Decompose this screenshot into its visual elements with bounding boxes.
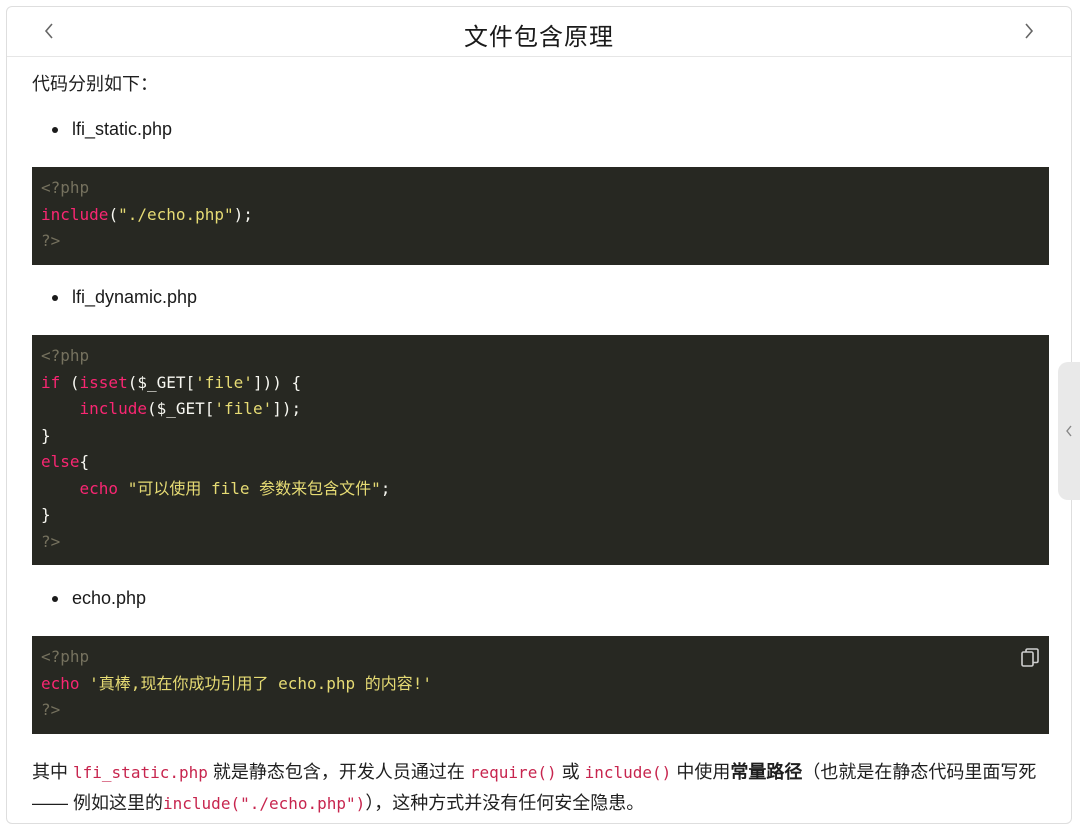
code-php-close: ?> xyxy=(41,700,61,719)
code-punct: ); xyxy=(233,204,253,224)
code-keyword: isset xyxy=(79,372,128,392)
inline-code: include() xyxy=(584,763,672,782)
inline-code: require() xyxy=(469,763,557,782)
summary-text: ），这种方式并没有任何安全隐患。 xyxy=(365,793,645,813)
page-title: 文件包含原理 xyxy=(464,24,614,51)
code-php-open: <?php xyxy=(41,178,90,197)
code-block-lfi-dynamic: <?php if (isset($_GET['file'])) { includ… xyxy=(32,335,1049,565)
intro-text: 代码分别如下： xyxy=(32,74,158,94)
chevron-left-icon xyxy=(1066,425,1072,437)
code-keyword: if xyxy=(41,372,61,392)
header-bar: 文件包含原理 xyxy=(7,7,1071,57)
code-punct: ($_GET[ xyxy=(146,399,215,418)
file-name: echo.php xyxy=(72,588,147,608)
summary-text: 中使用 xyxy=(671,762,731,782)
summary-text: 就是静态包含，开发人员通过在 xyxy=(207,762,470,782)
code-block-echo: <?php echo '真棒,现在你成功引用了 echo.php 的内容!' ?… xyxy=(32,636,1049,734)
summary-paragraph: 其中 lfi_static.php 就是静态包含，开发人员通过在 require… xyxy=(32,757,1049,819)
code-string: 'file' xyxy=(195,372,253,392)
code-punct: ]); xyxy=(272,399,302,418)
code-php-open: <?php xyxy=(41,647,90,666)
code-string: "./echo.php" xyxy=(118,204,234,224)
emphasis-text: 常量路径 xyxy=(730,762,803,782)
inline-code: include("./echo.php") xyxy=(163,794,366,813)
code-keyword: include xyxy=(41,204,109,224)
code-keyword: include xyxy=(79,399,147,418)
list-item-lfi-static: lfi_static.php xyxy=(52,119,172,140)
side-panel-toggle[interactable] xyxy=(1058,362,1080,500)
code-keyword: else xyxy=(41,452,80,471)
code-string: 'file' xyxy=(214,399,273,418)
bullet-dot xyxy=(52,126,58,133)
code-punct: ( xyxy=(60,372,80,392)
code-keyword: echo xyxy=(41,673,80,693)
code-punct: ( xyxy=(108,204,119,224)
file-name: lfi_dynamic.php xyxy=(72,287,198,307)
file-name: lfi_static.php xyxy=(72,119,173,139)
code-php-open: <?php xyxy=(41,346,90,365)
list-item-lfi-dynamic: lfi_dynamic.php xyxy=(52,287,197,308)
copy-icon[interactable] xyxy=(1021,648,1039,668)
inline-code: lfi_static.php xyxy=(73,763,208,782)
code-php-close: ?> xyxy=(41,231,61,250)
next-button[interactable] xyxy=(1017,19,1041,43)
code-punct: ($_GET[ xyxy=(127,372,196,392)
code-punct: } xyxy=(41,425,51,445)
code-keyword: echo xyxy=(79,478,119,498)
summary-text: 其中 xyxy=(32,762,74,782)
bullet-dot xyxy=(52,294,58,301)
code-block-lfi-static: <?php include("./echo.php"); ?> xyxy=(32,167,1049,265)
summary-text: 或 xyxy=(556,762,585,782)
code-string: "可以使用 file 参数来包含文件" xyxy=(127,478,381,498)
code-punct: ; xyxy=(380,478,391,498)
article-frame: 文件包含原理 代码分别如下： lfi_static.php <?php incl… xyxy=(6,6,1072,824)
bullet-dot xyxy=(52,595,58,602)
code-string: '真棒,现在你成功引用了 echo.php 的内容!' xyxy=(89,673,433,693)
code-php-close: ?> xyxy=(41,531,61,551)
list-item-echo: echo.php xyxy=(52,588,146,609)
code-punct: ])) { xyxy=(252,372,302,392)
code-punct: } xyxy=(41,505,51,524)
code-punct: { xyxy=(79,452,90,471)
chevron-right-icon xyxy=(1025,23,1034,39)
